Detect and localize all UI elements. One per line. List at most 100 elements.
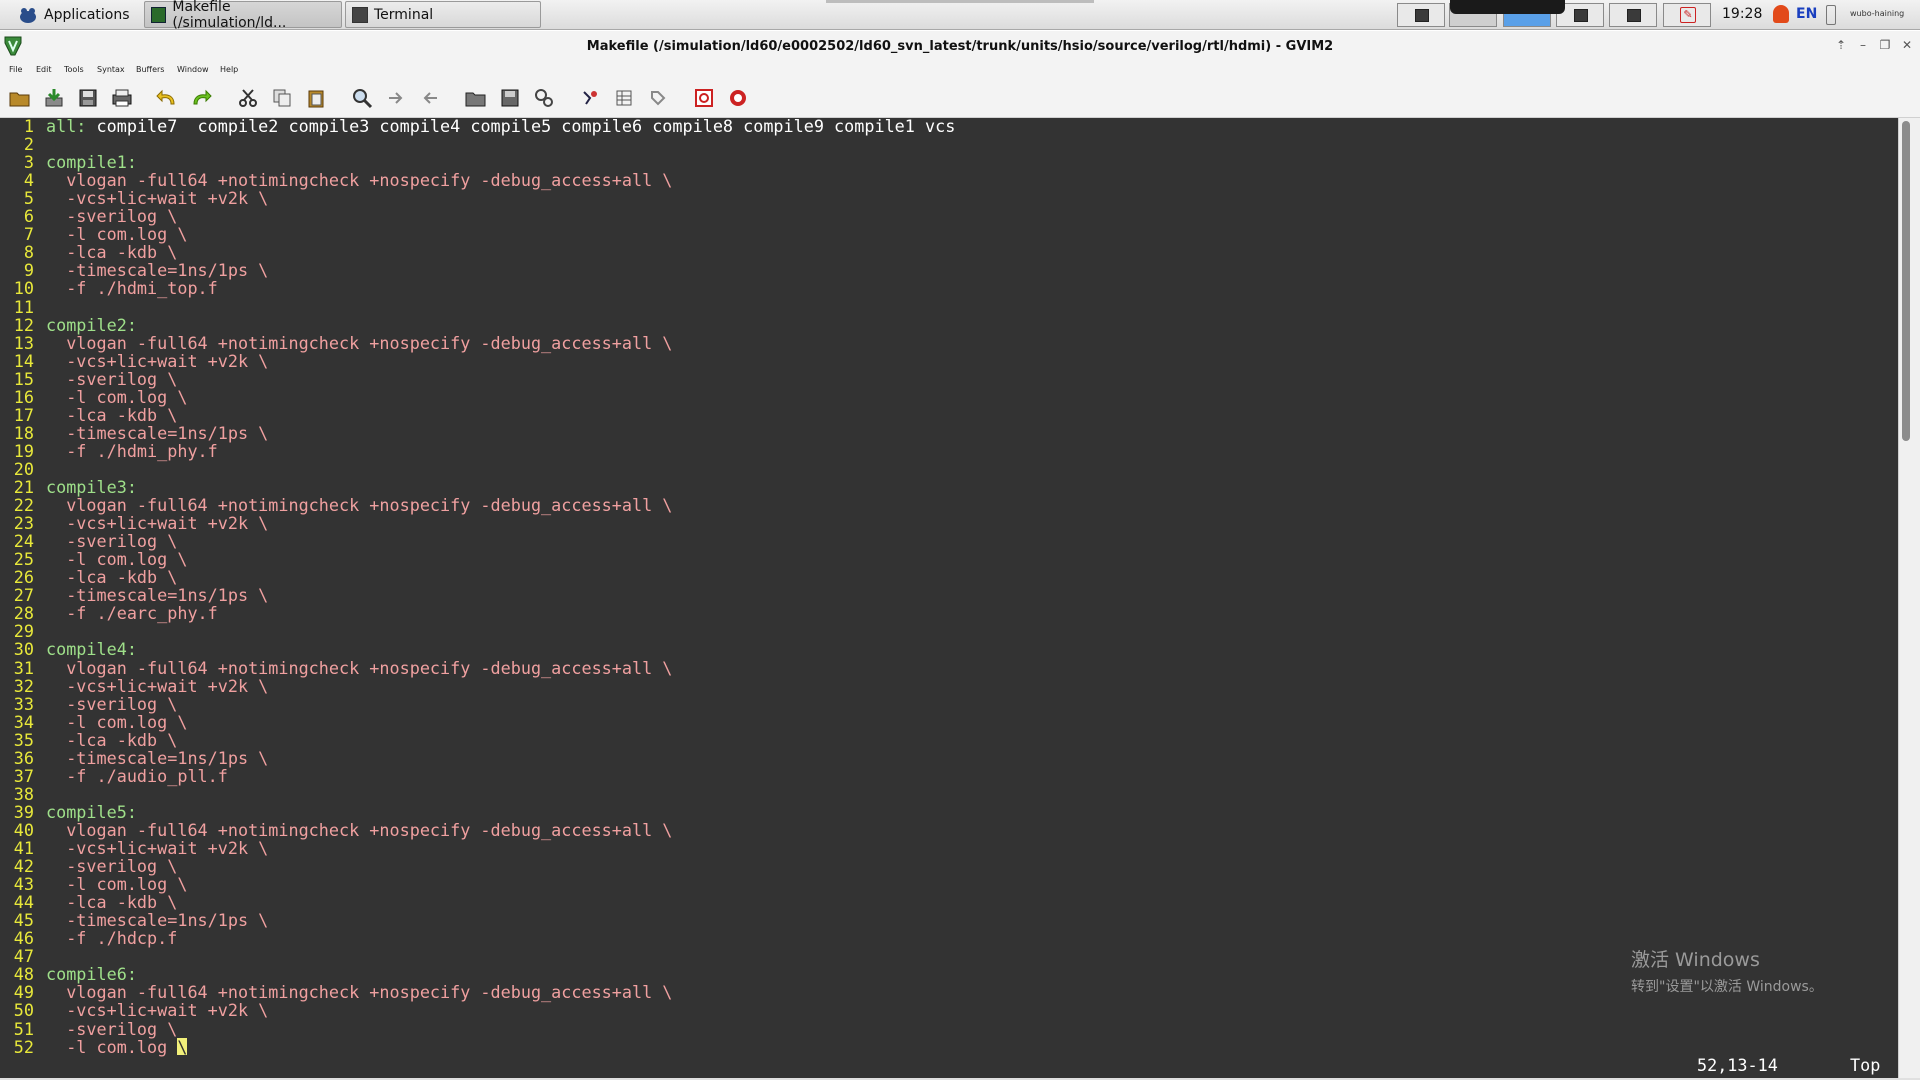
code-line[interactable]: 52 -l com.log \ <box>0 1037 187 1056</box>
window-titlebar[interactable]: Makefile (/simulation/ld60/e0002502/ld60… <box>0 31 1920 63</box>
code-text[interactable]: -f ./hdmi_top.f <box>34 279 218 297</box>
save-download-icon[interactable] <box>42 86 66 110</box>
open-icon[interactable] <box>8 86 32 110</box>
code-text[interactable]: -f ./earc_phy.f <box>34 604 218 622</box>
workspace-1[interactable] <box>1397 3 1445 27</box>
code-text[interactable]: -sverilog \ <box>34 1020 177 1038</box>
code-line[interactable]: 21 compile3: <box>0 478 137 496</box>
code-line[interactable]: 14 -vcs+lic+wait +v2k \ <box>0 352 269 370</box>
code-text[interactable]: -l com.log \ <box>34 225 187 243</box>
code-text[interactable]: -timescale=1ns/1ps \ <box>34 261 268 279</box>
redo-icon[interactable] <box>189 86 213 110</box>
code-text[interactable]: all: compile7 compile2 compile3 compile4… <box>34 117 955 135</box>
code-line[interactable]: 5 -vcs+lic+wait +v2k \ <box>0 189 268 207</box>
code-text[interactable]: -sverilog \ <box>34 857 177 875</box>
code-text[interactable]: -timescale=1ns/1ps \ <box>34 424 268 442</box>
code-line[interactable]: 40 vlogan -full64 +notimingcheck +nospec… <box>0 821 673 839</box>
code-line[interactable]: 41 -vcs+lic+wait +v2k \ <box>0 839 269 857</box>
code-text[interactable]: vlogan -full64 +notimingcheck +nospecify… <box>34 821 672 839</box>
code-line[interactable]: 13 vlogan -full64 +notimingcheck +nospec… <box>0 334 673 352</box>
menu-tools[interactable]: Tools <box>64 65 84 74</box>
close-icon[interactable]: ✕ <box>1899 37 1915 53</box>
clock[interactable]: 19:28 <box>1722 6 1762 22</box>
find-replace-icon[interactable] <box>350 86 374 110</box>
menu-buffers[interactable]: Buffers <box>136 65 164 74</box>
find-help-icon[interactable] <box>726 86 750 110</box>
code-text[interactable]: compile3: <box>34 478 137 496</box>
find-next-icon[interactable] <box>384 86 408 110</box>
editor-area[interactable]: 1 all: compile7 compile2 compile3 compile… <box>0 117 1898 1078</box>
code-line[interactable]: 26 -lca -kdb \ <box>0 568 178 586</box>
code-line[interactable]: 39 compile5: <box>0 803 137 821</box>
code-line[interactable]: 8 -lca -kdb \ <box>0 243 177 261</box>
code-text[interactable]: -lca -kdb \ <box>34 731 177 749</box>
code-text[interactable]: -l com.log \ <box>34 713 187 731</box>
code-line[interactable]: 15 -sverilog \ <box>0 370 178 388</box>
code-line[interactable]: 43 -l com.log \ <box>0 875 188 893</box>
code-text[interactable]: compile1: <box>34 153 137 171</box>
print-icon[interactable] <box>110 86 134 110</box>
cut-icon[interactable] <box>236 86 260 110</box>
code-line[interactable]: 51 -sverilog \ <box>0 1020 178 1038</box>
code-line[interactable]: 36 -timescale=1ns/1ps \ <box>0 749 269 767</box>
code-text[interactable]: -lca -kdb \ <box>34 568 177 586</box>
code-text[interactable]: -lca -kdb \ <box>34 243 177 261</box>
maximize-icon[interactable]: ❐ <box>1877 37 1893 53</box>
code-line[interactable]: 9 -timescale=1ns/1ps \ <box>0 261 268 279</box>
code-line[interactable]: 10 -f ./hdmi_top.f <box>0 279 218 297</box>
code-line[interactable]: 42 -sverilog \ <box>0 857 178 875</box>
code-text[interactable]: compile5: <box>34 803 137 821</box>
code-line[interactable]: 27 -timescale=1ns/1ps \ <box>0 586 269 604</box>
code-text[interactable]: -timescale=1ns/1ps \ <box>34 911 268 929</box>
ctags-icon[interactable] <box>612 86 636 110</box>
code-line[interactable]: 22 vlogan -full64 +notimingcheck +nospec… <box>0 496 673 514</box>
make-icon[interactable] <box>578 86 602 110</box>
code-text[interactable]: vlogan -full64 +notimingcheck +nospecify… <box>34 334 672 352</box>
menu-syntax[interactable]: Syntax <box>97 65 125 74</box>
code-line[interactable]: 30 compile4: <box>0 640 137 658</box>
menu-window[interactable]: Window <box>177 65 209 74</box>
shade-icon[interactable]: ⇡ <box>1833 37 1849 53</box>
code-text[interactable]: -l com.log \ <box>34 875 187 893</box>
code-line[interactable]: 12 compile2: <box>0 316 137 334</box>
code-line[interactable]: 20 <box>0 460 46 478</box>
code-text[interactable]: -l com.log \ <box>34 1037 187 1056</box>
code-text[interactable]: -lca -kdb \ <box>34 406 177 424</box>
code-line[interactable]: 7 -l com.log \ <box>0 225 188 243</box>
code-line[interactable]: 50 -vcs+lic+wait +v2k \ <box>0 1001 269 1019</box>
code-line[interactable]: 19 -f ./hdmi_phy.f <box>0 442 218 460</box>
code-text[interactable]: -lca -kdb \ <box>34 893 177 911</box>
task-terminal-window[interactable]: Terminal <box>345 1 541 28</box>
code-line[interactable]: 3 compile1: <box>0 153 137 171</box>
code-text[interactable]: -sverilog \ <box>34 370 177 388</box>
code-text[interactable]: -f ./hdmi_phy.f <box>34 442 218 460</box>
minimize-icon[interactable]: – <box>1855 37 1871 53</box>
menu-file[interactable]: File <box>9 65 22 74</box>
code-text[interactable]: -vcs+lic+wait +v2k \ <box>34 1001 268 1019</box>
code-text[interactable]: vlogan -full64 +notimingcheck +nospecify… <box>34 496 672 514</box>
code-line[interactable]: 28 -f ./earc_phy.f <box>0 604 218 622</box>
copy-icon[interactable] <box>270 86 294 110</box>
user-name[interactable]: wubo-haining <box>1850 9 1904 18</box>
code-line[interactable]: 29 <box>0 622 46 640</box>
code-text[interactable]: compile2: <box>34 316 137 334</box>
code-line[interactable]: 31 vlogan -full64 +notimingcheck +nospec… <box>0 659 673 677</box>
code-line[interactable]: 49 vlogan -full64 +notimingcheck +nospec… <box>0 983 673 1001</box>
load-session-icon[interactable] <box>464 86 488 110</box>
applications-menu[interactable]: Applications <box>18 3 130 27</box>
code-line[interactable]: 46 -f ./hdcp.f <box>0 929 178 947</box>
code-text[interactable]: -vcs+lic+wait +v2k \ <box>34 677 268 695</box>
help-icon[interactable] <box>692 86 716 110</box>
code-line[interactable]: 2 <box>0 135 46 153</box>
code-text[interactable]: -f ./hdcp.f <box>34 929 177 947</box>
code-line[interactable]: 48 compile6: <box>0 965 137 983</box>
code-line[interactable]: 1 all: compile7 compile2 compile3 compile… <box>0 117 955 135</box>
code-line[interactable]: 6 -sverilog \ <box>0 207 177 225</box>
code-text[interactable]: vlogan -full64 +notimingcheck +nospecify… <box>34 171 672 189</box>
paste-icon[interactable] <box>304 86 328 110</box>
code-text[interactable]: vlogan -full64 +notimingcheck +nospecify… <box>34 983 672 1001</box>
code-text[interactable]: compile6: <box>34 965 137 983</box>
save-icon[interactable] <box>76 86 100 110</box>
scrollbar-thumb[interactable] <box>1902 121 1910 441</box>
code-text[interactable]: vlogan -full64 +notimingcheck +nospecify… <box>34 659 672 677</box>
